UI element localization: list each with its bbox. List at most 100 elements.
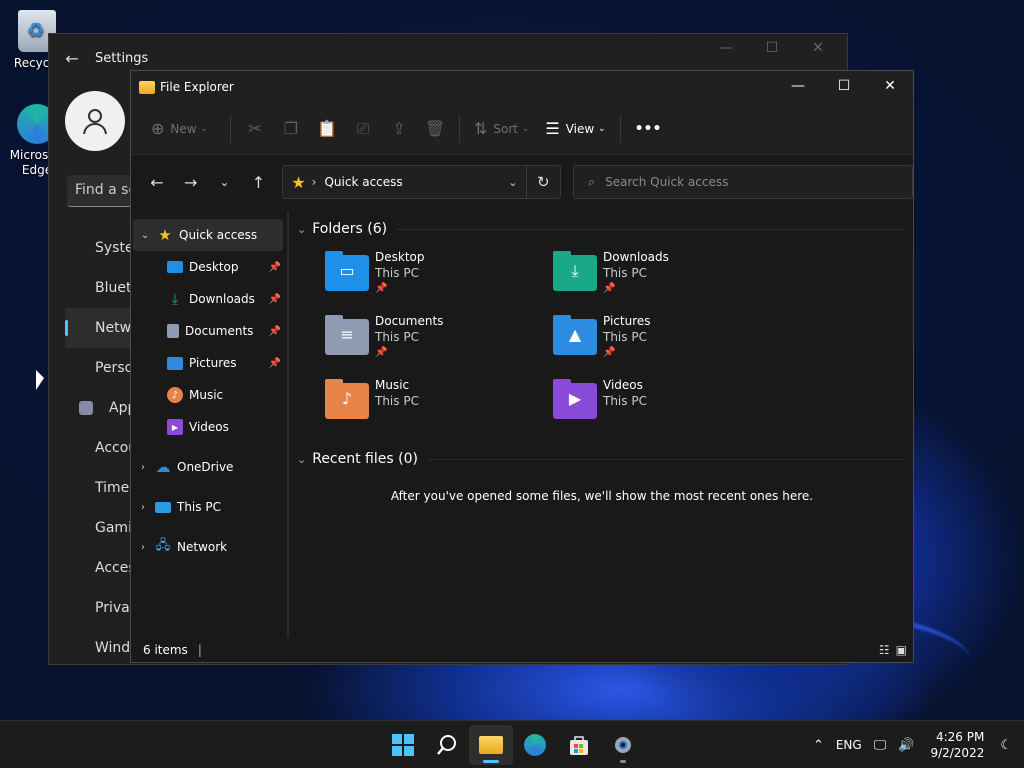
sidebar-item-this-pc[interactable]: › This PC [131,491,287,523]
back-arrow-icon[interactable]: ← [141,166,173,198]
chevron-right-icon[interactable]: › [131,462,155,473]
delete-icon[interactable]: 🗑 [417,113,453,145]
video-icon: ▶ [167,419,183,435]
taskbar-store[interactable] [557,725,601,765]
document-icon [167,324,179,338]
folder-tile-documents[interactable]: ≡ Documents This PC 📌 [325,313,553,365]
search-icon [437,735,456,755]
paste-icon[interactable]: 📋 [309,113,345,145]
folder-tile-pictures[interactable]: ▲ Pictures This PC 📌 [553,313,781,365]
cut-icon[interactable]: ✂ [237,113,273,145]
sidebar-item-music[interactable]: ♪ Music [131,379,287,411]
store-icon [570,736,588,755]
folders-section-header[interactable]: ⌄ Folders (6) [291,211,913,247]
chevron-down-icon: ⌄ [521,123,530,134]
clock[interactable]: 4:26 PM 9/2/2022 [920,729,994,761]
maximize-icon[interactable]: ☐ [749,40,795,56]
folder-icon [479,736,503,754]
chevron-up-icon[interactable]: ⌃ [807,738,830,753]
avatar[interactable] [65,91,125,151]
chevron-down-icon[interactable]: ⌄ [500,176,526,189]
start-button[interactable] [381,725,425,765]
folders-grid: ▭ Desktop This PC 📌 ⤓ Downloads This PC 📌 ≡ … [291,249,913,429]
folder-tile-videos[interactable]: ▶ Videos This PC [553,377,781,429]
command-bar: ⊕ New ⌄ ✂ ❐ 📋 ⎚ ⇪ 🗑 ⇅ Sort ⌄ ☰ View ⌄ ••• [131,103,913,155]
music-icon: ♪ [167,387,183,403]
forward-arrow-icon[interactable]: → [175,166,207,198]
sidebar-item-onedrive[interactable]: › ☁ OneDrive [131,451,287,483]
sidebar-item-quick-access[interactable]: ⌄ ★ Quick access [133,219,283,251]
chevron-down-icon: ⌄ [200,123,208,134]
folder-tile-music[interactable]: ♪ Music This PC [325,377,553,429]
search-button[interactable] [425,725,469,765]
input-language[interactable]: ENG [830,738,868,752]
videos-folder-icon: ▶ [553,379,597,419]
network-icon[interactable]: 🖵 [868,738,893,753]
sidebar-item-videos[interactable]: ▶ Videos [131,411,287,443]
sidebar-item-pictures[interactable]: Pictures 📌 [131,347,287,379]
chevron-right-icon[interactable]: › [131,542,155,553]
minimize-icon[interactable]: — [703,40,749,56]
maximize-icon[interactable]: ☐ [821,71,867,101]
file-explorer-window[interactable]: File Explorer — ☐ ✕ ⊕ New ⌄ ✂ ❐ 📋 ⎚ ⇪ 🗑 ⇅… [130,70,914,663]
sidebar-item-documents[interactable]: Documents 📌 [131,315,287,347]
close-icon[interactable]: ✕ [867,71,913,101]
sidebar-item-network[interactable]: › 🖧 Network [131,531,287,563]
content-pane: ⌄ Folders (6) ▭ Desktop This PC 📌 ⤓ Downlo… [291,211,913,640]
folder-tile-downloads[interactable]: ⤓ Downloads This PC 📌 [553,249,781,301]
back-arrow-icon[interactable]: ← [49,49,95,68]
apps-icon [79,401,93,415]
sort-button[interactable]: ⇅ Sort ⌄ [466,113,537,145]
taskbar-edge[interactable] [513,725,557,765]
taskbar-file-explorer[interactable] [469,725,513,765]
recent-files-empty-message: After you've opened some files, we'll sh… [390,489,814,503]
rename-icon[interactable]: ⎚ [345,113,381,145]
chevron-right-icon: › [311,175,317,189]
windows-logo-icon [392,734,414,756]
picture-icon [167,356,183,370]
chevron-down-icon[interactable]: ⌄ [133,230,157,241]
minimize-icon[interactable]: — [775,71,821,101]
taskbar-apps [381,725,645,765]
address-bar[interactable]: ★ › Quick access ⌄ ↻ [282,165,561,199]
clock-date: 9/2/2022 [930,746,985,760]
pin-icon: 📌 [268,261,281,273]
more-options-button[interactable]: ••• [627,113,670,145]
copy-icon[interactable]: ❐ [273,113,309,145]
pin-icon: 📌 [268,293,281,305]
folder-tile-desktop[interactable]: ▭ Desktop This PC 📌 [325,249,553,301]
details-view-icon[interactable]: ☷ [879,643,890,657]
pictures-folder-icon: ▲ [553,315,597,355]
divider [619,114,621,143]
tiles-view-icon[interactable]: ▣ [896,643,907,657]
view-button[interactable]: ☰ View ⌄ [537,113,613,145]
refresh-icon[interactable]: ↻ [525,166,560,198]
volume-icon[interactable]: 🔊 [892,738,920,753]
search-icon: ⌕ [587,174,596,190]
edge-icon [524,734,546,756]
close-icon[interactable]: ✕ [795,40,841,56]
explorer-titlebar[interactable]: File Explorer — ☐ ✕ [131,71,913,103]
focus-assist-icon[interactable]: ☾ [994,738,1024,753]
divider [458,114,460,143]
sidebar-item-downloads[interactable]: ⤓ Downloads 📌 [131,283,287,315]
desktop-folder-icon [167,261,183,273]
gear-icon [615,737,631,753]
divider [427,458,905,460]
divider [397,228,905,230]
divider [229,114,231,143]
new-button[interactable]: ⊕ New ⌄ [143,113,216,145]
up-arrow-icon[interactable]: ↑ [242,166,274,198]
documents-folder-icon: ≡ [325,315,369,355]
chevron-down-icon: ⌄ [598,123,606,134]
sidebar-item-desktop[interactable]: Desktop 📌 [131,251,287,283]
share-icon[interactable]: ⇪ [381,113,417,145]
taskbar-settings[interactable] [601,725,645,765]
recent-files-section-header[interactable]: ⌄ Recent files (0) [291,441,913,477]
recent-locations-icon[interactable]: ⌄ [209,166,241,198]
chevron-right-icon[interactable]: › [131,502,155,513]
search-input[interactable]: ⌕ Search Quick access [572,165,914,199]
folder-icon [139,80,155,94]
pin-icon: 📌 [603,283,616,294]
pin-icon: 📌 [603,347,616,358]
